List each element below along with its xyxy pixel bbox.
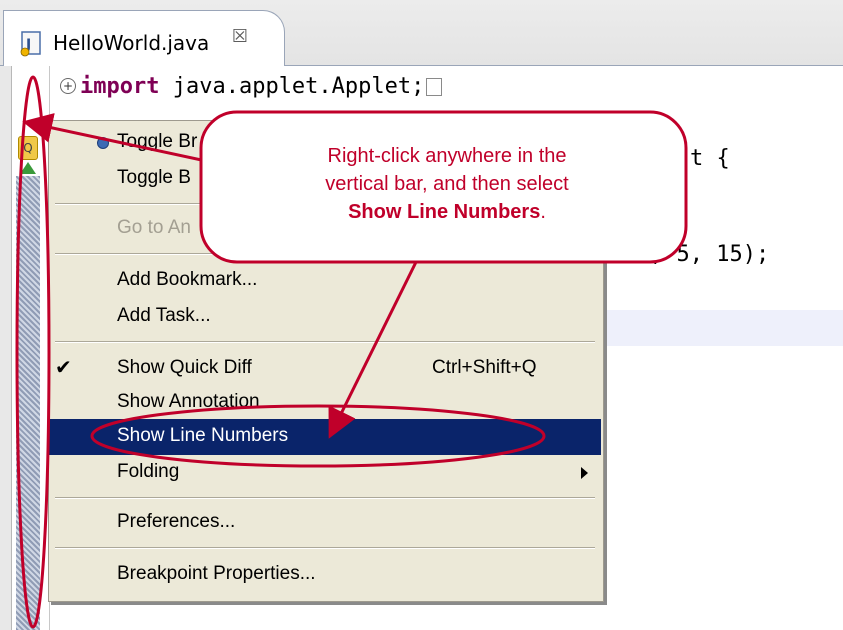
menu-item-label: Add Task...	[117, 305, 211, 326]
menu-separator	[55, 253, 595, 255]
menu-item-label: Go to An	[117, 217, 191, 238]
menu-separator	[55, 497, 595, 499]
menu-item-folding[interactable]: Folding	[49, 455, 601, 491]
menu-item-show-line-numbers[interactable]: Show Line Numbers	[49, 419, 601, 455]
expand-plus-icon[interactable]: +	[60, 78, 76, 94]
folding-marker-icon[interactable]	[20, 162, 36, 174]
quick-diff-region	[16, 176, 40, 630]
menu-item-breakpoint-properties[interactable]: Breakpoint Properties...	[49, 557, 601, 593]
callout-line-2: vertical bar, and then select	[325, 173, 569, 195]
menu-item-label: Show Line Numbers	[117, 425, 289, 446]
menu-separator	[55, 341, 595, 343]
menu-item-label: Add Bookmark...	[117, 269, 258, 290]
close-icon[interactable]: ☒	[230, 27, 250, 47]
submenu-arrow-icon	[581, 467, 588, 479]
callout-line-3-tail: .	[540, 201, 546, 223]
breakpoint-icon	[97, 137, 109, 149]
menu-item-add-task[interactable]: Add Task...	[49, 299, 601, 335]
menu-item-label: Show Annotation	[117, 391, 260, 412]
menu-item-label: Folding	[117, 461, 180, 482]
menu-item-add-bookmark[interactable]: Add Bookmark...	[49, 263, 601, 299]
menu-item-show-quick-diff[interactable]: ✔ Show Quick Diff Ctrl+Shift+Q	[49, 351, 601, 387]
menu-item-label: Toggle B	[117, 167, 191, 188]
menu-separator	[55, 547, 595, 549]
menu-item-label: Toggle Br	[117, 131, 198, 152]
current-line-highlight	[600, 310, 843, 346]
import-statement: java.applet.Applet;	[159, 74, 425, 99]
menu-item-label: Show Quick Diff	[117, 357, 252, 378]
callout-emphasis: Show Line Numbers	[348, 201, 541, 223]
tab-title: HelloWorld.java	[53, 31, 210, 55]
menu-item-label: Breakpoint Properties...	[117, 563, 316, 584]
callout-text: Right-click anywhere in the vertical bar…	[222, 142, 672, 226]
menu-item-preferences[interactable]: Preferences...	[49, 505, 601, 541]
editor-tab-helloworld[interactable]: J HelloWorld.java ☒	[3, 10, 285, 66]
menu-item-label: Preferences...	[117, 511, 236, 532]
code-line-args[interactable]: , 5, 15);	[650, 242, 769, 267]
keyword-import: import	[80, 74, 160, 99]
overview-ruler[interactable]	[0, 66, 12, 630]
checkmark-icon: ✔	[55, 357, 72, 379]
java-file-icon: J	[20, 31, 44, 57]
code-line-import[interactable]: import java.applet.Applet;	[80, 74, 443, 99]
collapsed-region-icon[interactable]	[426, 78, 443, 96]
quickdiff-marker-icon: Q	[18, 136, 38, 160]
editor-tab-strip: J HelloWorld.java ☒	[0, 0, 843, 66]
eclipse-editor-screenshot: J HelloWorld.java ☒ Q + import java.appl…	[0, 0, 843, 630]
code-line-class-tail[interactable]: t {	[690, 146, 730, 171]
callout-line-1: Right-click anywhere in the	[327, 145, 567, 167]
menu-item-shortcut: Ctrl+Shift+Q	[432, 357, 537, 378]
callout-line-3: Show Line Numbers.	[222, 198, 672, 226]
menu-item-show-annotation[interactable]: Show Annotation	[49, 385, 601, 421]
